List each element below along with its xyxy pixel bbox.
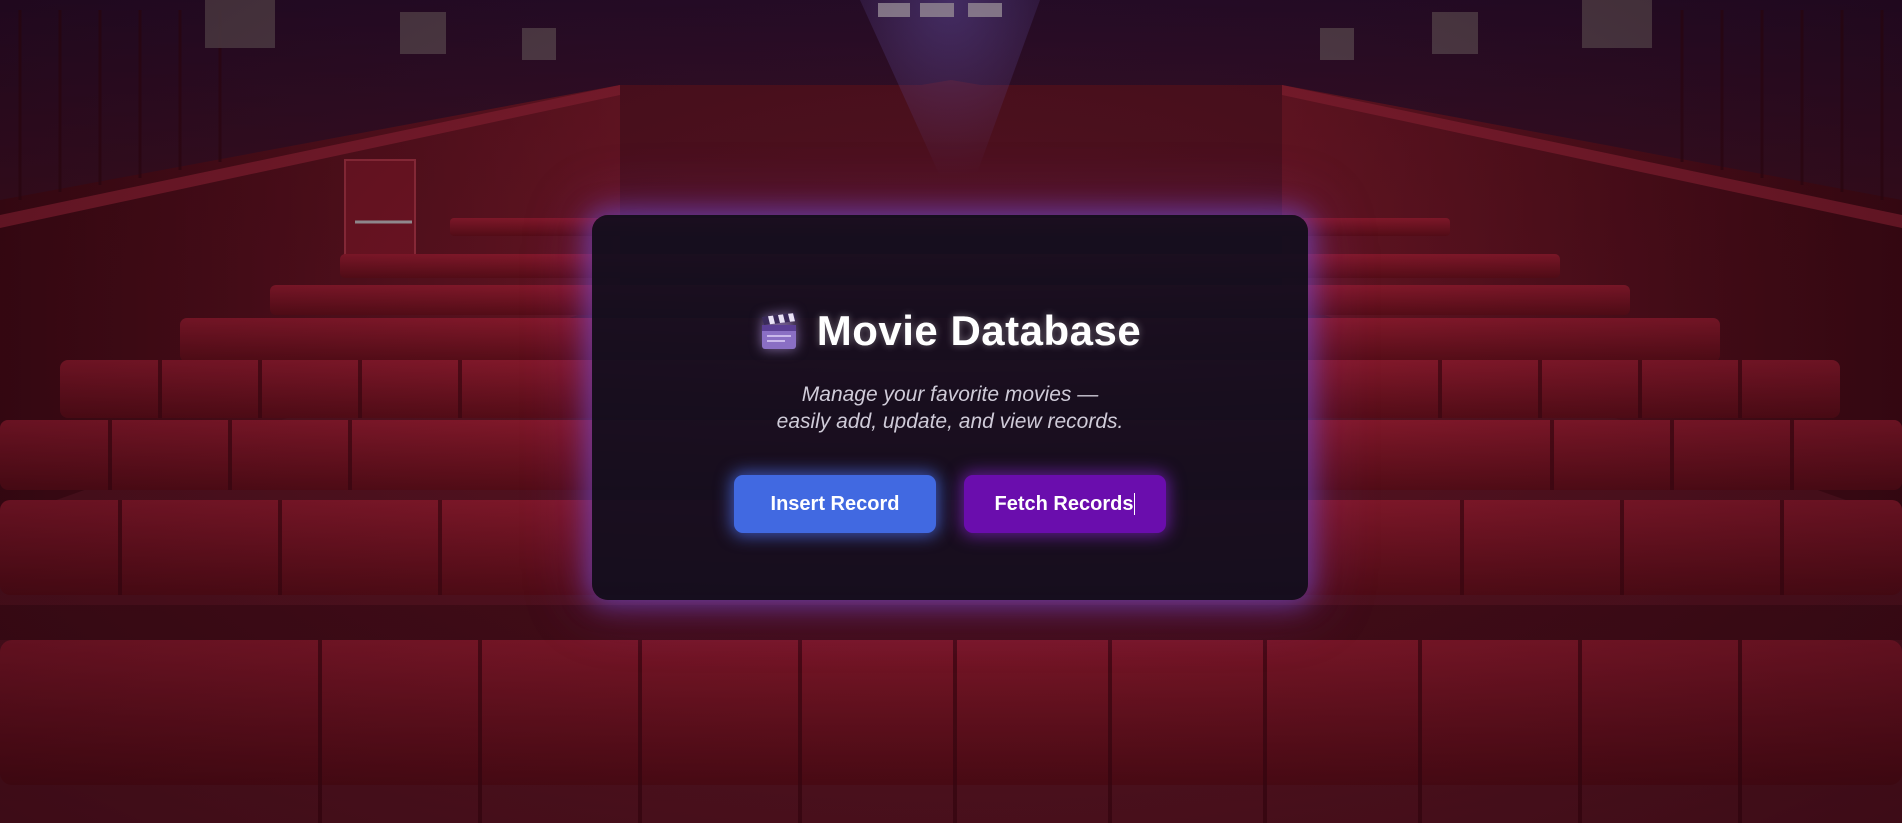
page: Movie Database Manage your favorite movi… xyxy=(0,0,1902,823)
clapperboard-icon xyxy=(759,311,799,351)
page-title: Movie Database xyxy=(816,307,1142,354)
subtitle-line-1: Manage your favorite movies — xyxy=(801,383,1099,406)
subtitle: Manage your favorite movies — easily add… xyxy=(777,381,1124,435)
insert-record-button[interactable]: Insert Record xyxy=(734,475,936,533)
fetch-records-button[interactable]: Fetch Records xyxy=(964,475,1166,533)
title-row: Movie Database xyxy=(759,307,1141,355)
fetch-records-label: Fetch Records xyxy=(994,492,1134,515)
text-cursor xyxy=(1134,493,1136,515)
subtitle-line-2: easily add, update, and view records. xyxy=(776,410,1124,433)
insert-record-label: Insert Record xyxy=(770,492,900,515)
movie-database-card: Movie Database Manage your favorite movi… xyxy=(592,215,1308,600)
action-buttons: Insert Record Fetch Records xyxy=(734,475,1166,533)
